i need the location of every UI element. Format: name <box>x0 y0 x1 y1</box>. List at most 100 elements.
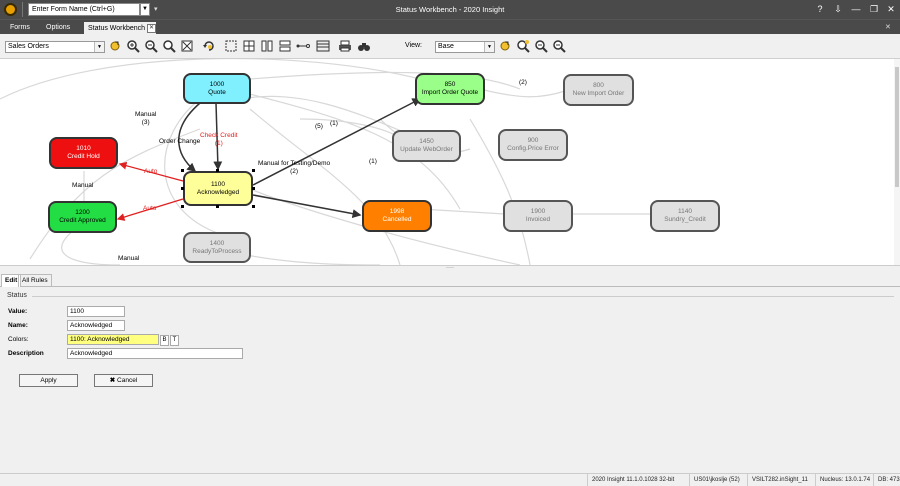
colors-field[interactable]: 1100: Acknowledged <box>67 334 159 345</box>
node-code: 1400 <box>209 239 225 247</box>
zoom-actual-icon[interactable] <box>162 39 176 53</box>
version-status: 2020 Insight 11.1.0.1028 32-bit <box>587 474 674 486</box>
find-icon[interactable] <box>357 39 371 53</box>
selection-handle[interactable] <box>216 205 219 208</box>
close-icon[interactable]: ✕ <box>147 24 156 33</box>
scrollbar-thumb[interactable] <box>895 67 899 187</box>
refresh-icon[interactable] <box>202 39 216 53</box>
edge-label: Manual <box>72 182 94 189</box>
node-name: Config.Price Error <box>507 145 559 152</box>
background-color-button[interactable]: B <box>160 335 169 346</box>
align-grid-icon[interactable] <box>242 39 256 53</box>
selection-handle[interactable] <box>252 187 255 190</box>
node-name: Invoiced <box>525 216 551 223</box>
select-rectangle-icon[interactable] <box>224 39 238 53</box>
node-code: 1998 <box>389 208 405 215</box>
selection-handle[interactable] <box>252 205 255 208</box>
window-title: Status Workbench - 2020 Insight <box>395 5 505 14</box>
selection-handle[interactable] <box>181 205 184 208</box>
view-settings-icon[interactable] <box>516 39 530 53</box>
status-node[interactable]: 1998 Cancelled <box>362 200 432 232</box>
selection-handle[interactable] <box>181 187 184 190</box>
name-label: Name: <box>8 322 28 329</box>
node-code: 1000 <box>209 80 225 88</box>
name-field[interactable]: Acknowledged <box>67 320 125 331</box>
panel-splitter[interactable]: ···· <box>0 265 900 272</box>
view-select[interactable]: Base ▼ <box>435 41 495 53</box>
close-icon: ✖ <box>109 377 116 384</box>
status-node[interactable]: 1450 Update WebOrder <box>392 130 461 162</box>
status-node[interactable]: 1400 ReadyToProcess <box>183 232 251 263</box>
list-view-icon[interactable] <box>316 39 330 53</box>
status-node[interactable]: 1000 Quote <box>183 73 251 104</box>
status-node[interactable]: 1010 Credit Hold <box>49 137 118 169</box>
node-name: ReadyToProcess <box>192 247 242 255</box>
form-search-input[interactable]: Enter Form Name (Ctrl+G) <box>28 3 140 16</box>
user-status: US01\jkoslje (52) <box>689 474 740 486</box>
fit-to-window-icon[interactable] <box>180 39 194 53</box>
edge-label: (1) <box>369 158 377 165</box>
zoom-in-icon[interactable] <box>126 39 140 53</box>
node-code: 850 <box>444 81 456 88</box>
download-icon[interactable]: ⇩ <box>831 0 845 19</box>
workflow-diagram[interactable]: 1000 Quote 1010 Credit Hold 1100 Acknowledg… <box>0 59 894 265</box>
menu-forms[interactable]: Forms <box>10 20 30 35</box>
edge-label: (1) <box>330 120 338 127</box>
menu-options[interactable]: Options <box>46 20 70 35</box>
diagram-scrollbar[interactable] <box>894 59 900 265</box>
status-node[interactable]: 1900 Invoiced <box>503 200 573 232</box>
chevron-down-icon[interactable]: ▼ <box>484 42 494 52</box>
text-color-button[interactable]: T <box>170 335 179 346</box>
status-node-selected[interactable]: 1100 Acknowledged <box>183 171 253 206</box>
server-status: VSILT282.inSight_11 <box>747 474 808 486</box>
status-node[interactable]: 1140 Sundry_Credit <box>650 200 720 232</box>
align-columns-icon[interactable] <box>260 39 274 53</box>
view-remove-icon[interactable] <box>552 39 566 53</box>
close-button[interactable]: ✕ <box>884 0 898 19</box>
description-label: Description <box>8 350 44 357</box>
view-add-icon[interactable] <box>534 39 548 53</box>
node-name: New Import Order <box>572 90 625 97</box>
node-name: Import Order Quote <box>421 89 479 96</box>
refresh-view-icon[interactable] <box>498 39 512 53</box>
app-logo-icon[interactable] <box>4 3 17 16</box>
nucleus-status: Nucleus: 13.0.1.74 <box>815 474 870 486</box>
node-name: Quote <box>208 88 226 96</box>
close-tab-icon[interactable]: ✕ <box>885 20 891 35</box>
cancel-button[interactable]: ✖ Cancel <box>94 374 153 387</box>
status-bar: 2020 Insight 11.1.0.1028 32-bit US01\jko… <box>0 473 900 486</box>
node-name: Acknowledged <box>196 188 240 196</box>
selection-handle[interactable] <box>181 169 184 172</box>
edge-label: Manual (3) <box>135 111 157 126</box>
status-node[interactable]: 800 New Import Order <box>563 74 634 106</box>
node-name: Cancelled <box>382 216 412 223</box>
value-field[interactable]: 1100 <box>67 306 125 317</box>
apply-button[interactable]: Apply <box>19 374 78 387</box>
node-code: 1450 <box>419 138 434 145</box>
entity-select[interactable]: Sales Orders ▼ <box>5 41 105 53</box>
tab-all-rules[interactable]: All Rules <box>18 274 52 287</box>
selection-handle[interactable] <box>252 169 255 172</box>
print-icon[interactable] <box>338 39 352 53</box>
node-code: 800 <box>593 82 604 89</box>
cancel-label: Cancel <box>117 377 138 384</box>
form-search-dropdown-icon[interactable]: ▼ <box>140 3 150 16</box>
connector-icon[interactable] <box>296 39 310 53</box>
status-node[interactable]: 850 Import Order Quote <box>415 73 485 105</box>
restore-button[interactable]: ❐ <box>867 0 881 19</box>
align-rows-icon[interactable] <box>278 39 292 53</box>
entity-select-value: Sales Orders <box>8 43 49 50</box>
refresh-entity-icon[interactable] <box>108 39 122 53</box>
chevron-down-icon[interactable]: ▾ <box>154 3 162 16</box>
zoom-out-icon[interactable] <box>144 39 158 53</box>
selection-handle[interactable] <box>216 169 219 172</box>
status-node[interactable]: 1200 Credit Approved <box>48 201 117 233</box>
chevron-down-icon[interactable]: ▼ <box>94 42 104 52</box>
description-field[interactable]: Acknowledged <box>67 348 243 359</box>
help-icon[interactable]: ? <box>813 0 827 19</box>
view-select-value: Base <box>438 43 454 50</box>
minimize-button[interactable]: — <box>849 0 863 19</box>
status-node[interactable]: 900 Config.Price Error <box>498 129 568 161</box>
value-label: Value: <box>8 308 28 315</box>
node-code: 1200 <box>75 209 90 216</box>
